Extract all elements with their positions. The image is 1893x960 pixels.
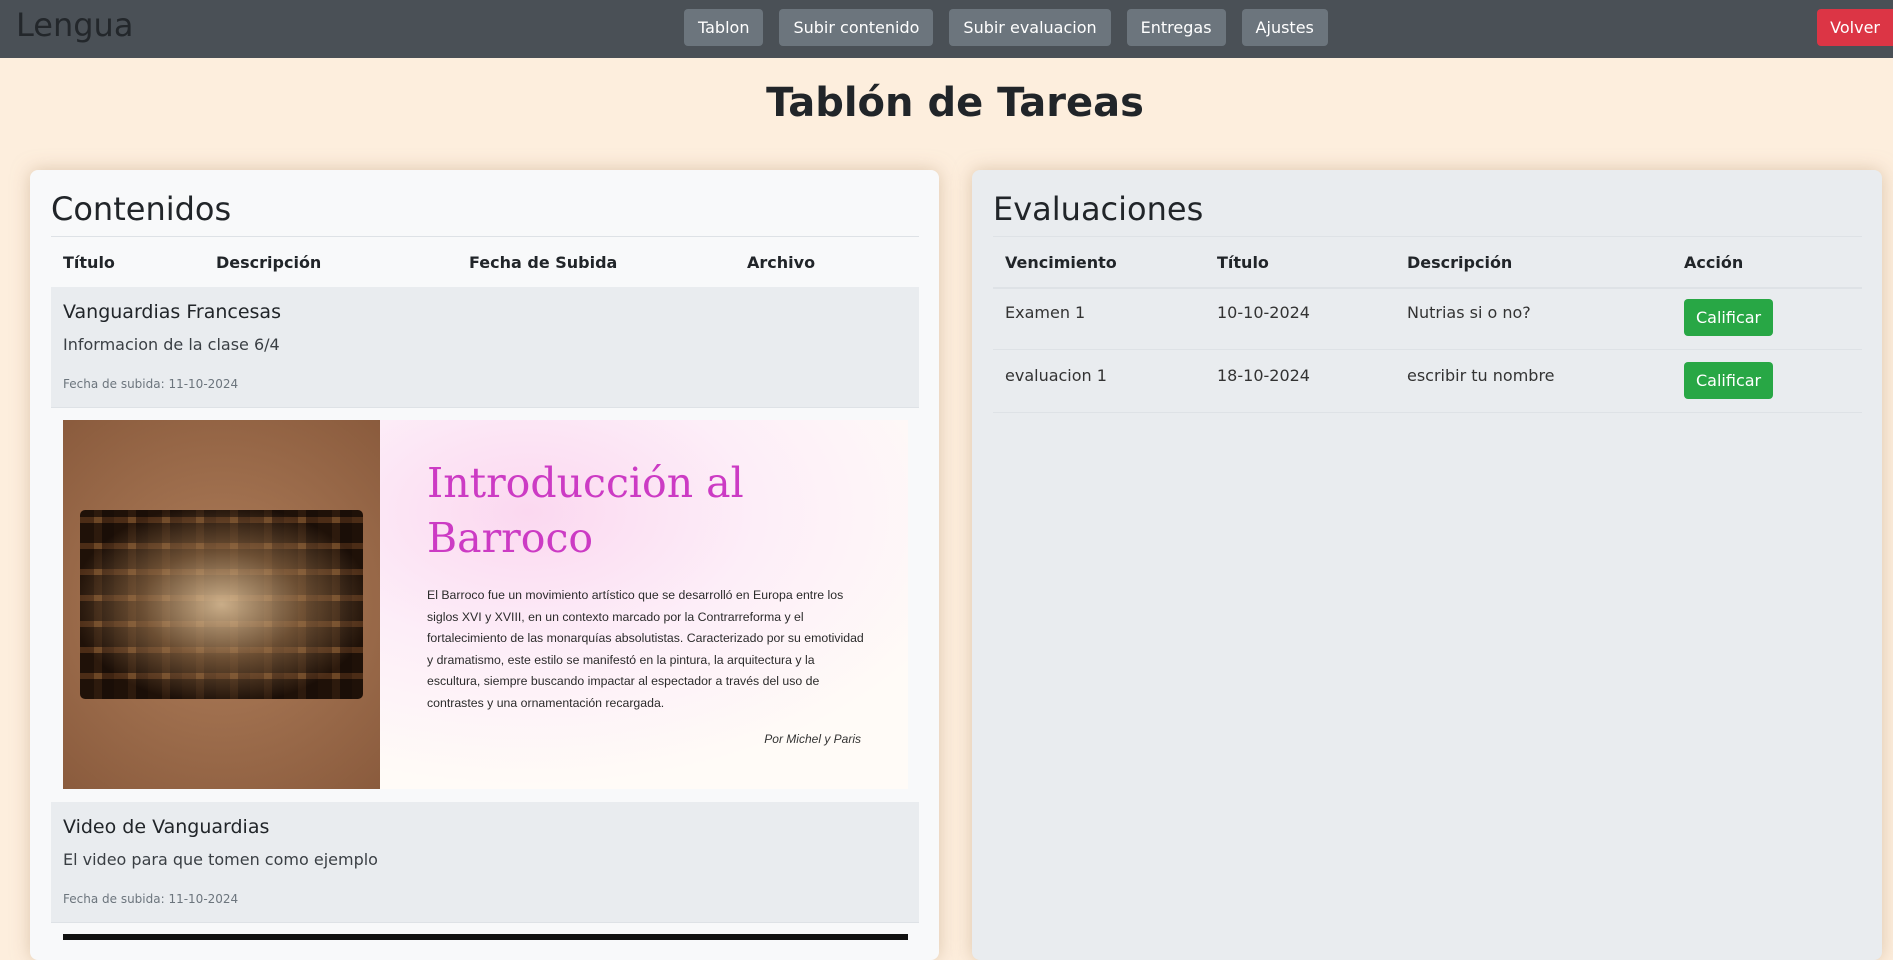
content-title: Video de Vanguardias [63,816,270,838]
video-player[interactable] [63,934,908,940]
content-date: Fecha de subida: 11-10-2024 [63,377,239,391]
contenidos-heading: Contenidos [51,190,232,228]
cell-vencimiento: evaluacion 1 [1005,366,1107,385]
content-row: Video de Vanguardias El video para que t… [51,802,919,923]
nav-button-tablon[interactable]: Tablon [684,9,764,46]
evaluaciones-heading: Evaluaciones [993,190,1204,228]
contenidos-card: Contenidos Título Descripción Fecha de S… [30,170,939,960]
content-description: Informacion de la clase 6/4 [63,335,280,354]
nav-buttons: Tablon Subir contenido Subir evaluacion … [684,9,1328,46]
column-header-titulo: Título [1217,253,1269,272]
cell-titulo: 18-10-2024 [1217,366,1310,385]
cell-descripcion: escribir tu nombre [1407,366,1555,385]
evaluaciones-card: Evaluaciones Vencimiento Título Descripc… [972,170,1882,960]
nav-button-entregas[interactable]: Entregas [1126,9,1226,46]
column-header-descripcion: Descripción [216,253,322,272]
calificar-button[interactable]: Calificar [1684,362,1774,399]
slide-image-panel [63,420,380,789]
content-description: El video para que tomen como ejemplo [63,850,378,869]
slide-body: El Barroco fue un movimiento artístico q… [427,588,864,710]
slide-preview[interactable]: Introducción al Barroco El Barroco fue u… [63,420,908,789]
column-header-titulo: Título [63,253,115,272]
cell-titulo: 10-10-2024 [1217,303,1310,322]
slide-author: Por Michel y Paris [764,732,861,746]
contenidos-table-header: Título Descripción Fecha de Subida Archi… [51,236,919,289]
brand-title[interactable]: Lengua [16,6,133,44]
nav-button-ajustes[interactable]: Ajustes [1241,9,1328,46]
content-date: Fecha de subida: 11-10-2024 [63,892,239,906]
back-button[interactable]: Volver [1817,9,1893,46]
content-row: Vanguardias Francesas Informacion de la … [51,287,919,408]
column-header-vencimiento: Vencimiento [1005,253,1117,272]
slide-title: Introducción al Barroco [427,459,744,562]
nav-button-subir-evaluacion[interactable]: Subir evaluacion [949,9,1111,46]
column-header-archivo: Archivo [747,253,816,272]
content-title: Vanguardias Francesas [63,301,281,323]
fresco-image [80,510,363,699]
calificar-button[interactable]: Calificar [1684,299,1774,336]
evaluaciones-table-header: Vencimiento Título Descripción Acción [993,236,1862,289]
cell-vencimiento: Examen 1 [1005,303,1086,322]
table-row: Examen 1 10-10-2024 Nutrias si o no? Cal… [993,287,1862,350]
column-header-accion: Acción [1684,253,1744,272]
column-header-fecha: Fecha de Subida [469,253,618,272]
page-title: Tablón de Tareas [766,80,1144,126]
top-navbar: Lengua Tablon Subir contenido Subir eval… [0,0,1893,58]
nav-button-subir-contenido[interactable]: Subir contenido [779,9,934,46]
cell-descripcion: Nutrias si o no? [1407,303,1531,322]
column-header-descripcion: Descripción [1407,253,1513,272]
table-row: evaluacion 1 18-10-2024 escribir tu nomb… [993,350,1862,413]
